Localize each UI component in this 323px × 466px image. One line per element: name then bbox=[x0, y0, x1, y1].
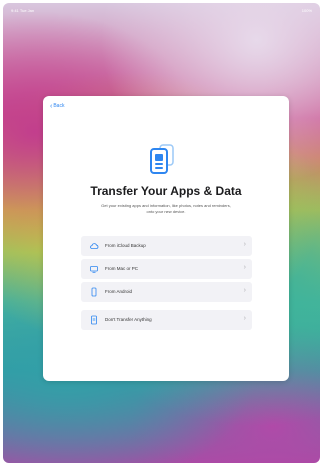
option-mac-or-pc[interactable]: From Mac or PC › bbox=[81, 259, 252, 279]
option-android[interactable]: From Android › bbox=[81, 282, 252, 302]
option-label: From Mac or PC bbox=[105, 266, 139, 271]
status-time: 9:41 Tue Jan bbox=[11, 8, 35, 13]
back-button[interactable]: ‹ Back bbox=[50, 102, 65, 110]
chevron-right-icon: › bbox=[243, 315, 246, 322]
option-icloud-backup[interactable]: From iCloud Backup › bbox=[81, 236, 252, 256]
page-title: Transfer Your Apps & Data bbox=[90, 184, 242, 198]
transfer-devices-icon bbox=[150, 144, 174, 174]
computer-icon bbox=[90, 266, 98, 273]
screen-frame: 9:41 Tue Jan 100% ‹ Back Transfer Your A… bbox=[3, 3, 320, 463]
transfer-options-list: From iCloud Backup › From Mac or PC › Fr… bbox=[81, 236, 252, 333]
phone-icon bbox=[91, 287, 97, 297]
option-label: Don't Transfer Anything bbox=[105, 317, 152, 322]
tablet-icon bbox=[91, 315, 97, 325]
transfer-sheet: ‹ Back Transfer Your Apps & Data Get you… bbox=[43, 96, 289, 381]
back-label: Back bbox=[53, 103, 65, 109]
chevron-left-icon: ‹ bbox=[50, 102, 53, 110]
status-bar: 9:41 Tue Jan 100% bbox=[3, 3, 320, 17]
page-subtitle: Get your existing apps and information, … bbox=[101, 203, 231, 214]
chevron-right-icon: › bbox=[243, 241, 246, 248]
status-battery: 100% bbox=[301, 8, 312, 13]
option-label: From Android bbox=[105, 289, 133, 294]
cloud-icon bbox=[90, 243, 99, 249]
option-label: From iCloud Backup bbox=[105, 243, 146, 248]
option-dont-transfer[interactable]: Don't Transfer Anything › bbox=[81, 310, 252, 330]
chevron-right-icon: › bbox=[243, 287, 246, 294]
chevron-right-icon: › bbox=[243, 264, 246, 271]
